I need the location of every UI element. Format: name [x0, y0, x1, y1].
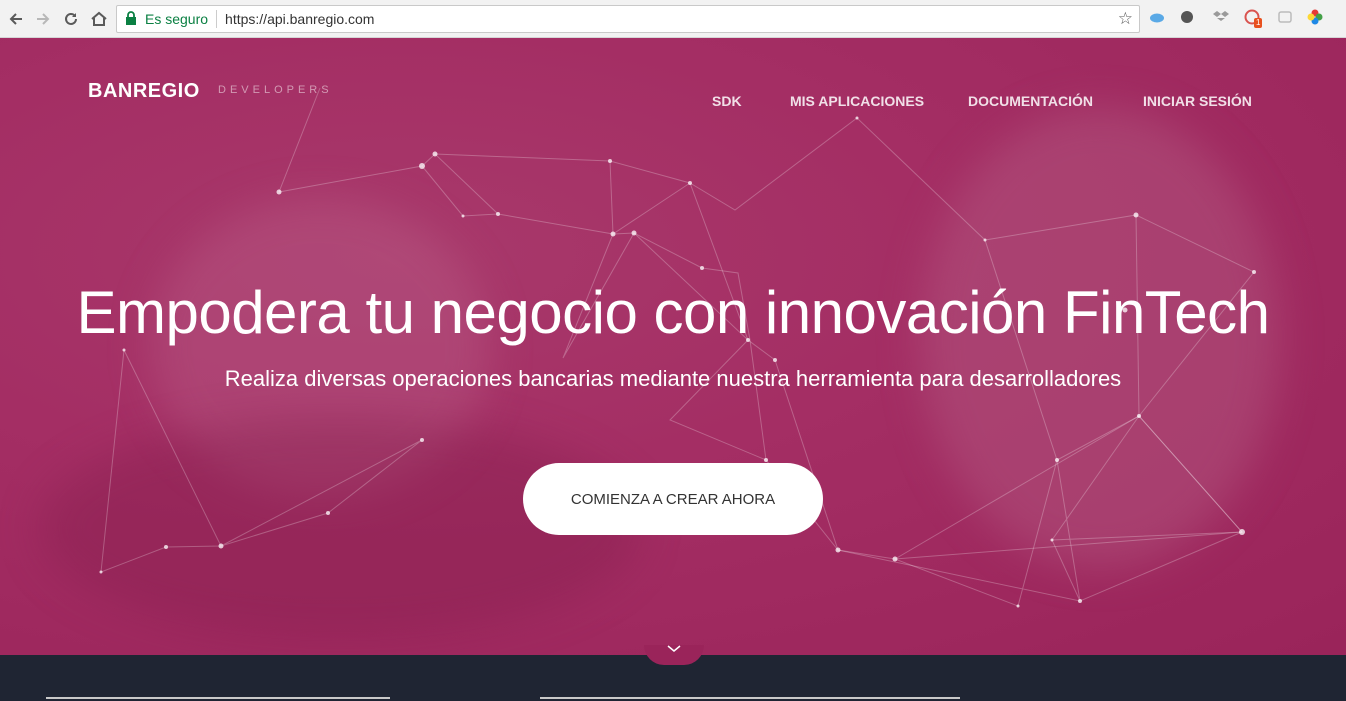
color-picker-extension-icon[interactable]	[1307, 9, 1325, 27]
back-icon[interactable]	[4, 7, 28, 31]
nav-mis-aplicaciones[interactable]: MIS APLICACIONES	[790, 93, 924, 109]
nav-documentacion[interactable]: DOCUMENTACIÓN	[968, 93, 1093, 109]
home-icon[interactable]	[87, 7, 111, 31]
star-icon[interactable]: ☆	[1118, 9, 1133, 29]
reload-icon[interactable]	[59, 7, 83, 31]
divider	[46, 697, 390, 699]
chevron-down-icon[interactable]	[664, 640, 684, 656]
divider	[216, 10, 218, 28]
hero-section: BANREGIO DEVELOPERS SDK MIS APLICACIONES…	[0, 38, 1346, 655]
extension-badge: 1	[1254, 18, 1263, 28]
cloud-extension-icon[interactable]	[1149, 9, 1167, 27]
evernote-extension-icon[interactable]	[1179, 9, 1197, 27]
pocket-extension-icon[interactable]	[1277, 9, 1295, 27]
adblock-extension-icon[interactable]: 1	[1244, 9, 1263, 28]
secure-label: Es seguro	[145, 11, 209, 27]
dropbox-extension-icon[interactable]	[1213, 9, 1231, 27]
divider	[540, 697, 960, 699]
nav-iniciar-sesion[interactable]: INICIAR SESIÓN	[1143, 93, 1252, 109]
url-text[interactable]: https://api.banregio.com	[225, 11, 374, 27]
hero-title: Empodera tu negocio con innovación FinTe…	[76, 279, 1270, 346]
nav-sdk[interactable]: SDK	[712, 93, 742, 109]
start-creating-button[interactable]: COMIENZA A CREAR AHORA	[523, 463, 823, 535]
forward-icon[interactable]	[31, 7, 55, 31]
banregio-logo[interactable]: BANREGIO	[88, 80, 200, 103]
hero-subtitle: Realiza diversas operaciones bancarias m…	[224, 366, 1122, 391]
browser-toolbar: Es seguro https://api.banregio.com ☆ 1	[0, 0, 1346, 38]
developers-label: DEVELOPERS	[218, 84, 333, 96]
address-bar[interactable]: Es seguro https://api.banregio.com ☆	[116, 5, 1140, 33]
lock-icon	[125, 11, 139, 27]
